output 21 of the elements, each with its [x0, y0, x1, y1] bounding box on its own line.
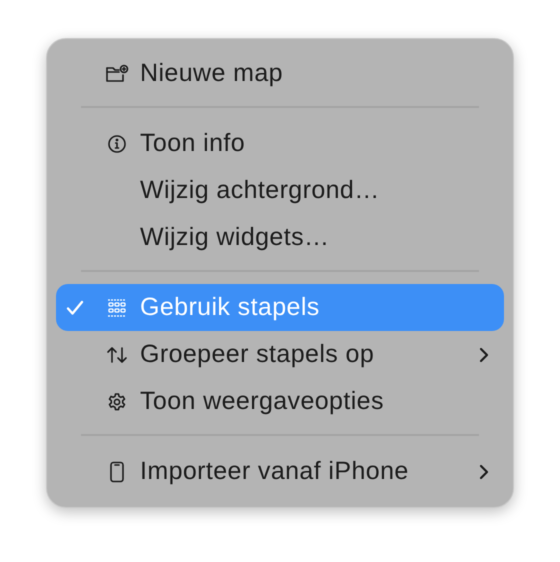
menu-item-label: Toon info	[140, 128, 246, 159]
menu-item[interactable]: Wijzig widgets…	[56, 214, 504, 261]
grid-icon	[106, 298, 128, 318]
gear-icon	[106, 392, 126, 412]
menu-item[interactable]: Importeer vanaf iPhone	[56, 448, 504, 495]
sort-arrows-icon	[106, 344, 128, 364]
info-icon	[106, 134, 126, 154]
menu-item[interactable]: Wijzig achtergrond…	[56, 167, 504, 214]
phone-icon	[108, 460, 124, 482]
menu-item-label: Toon weergaveopties	[140, 386, 385, 417]
menu-item-label: Nieuwe map	[140, 58, 284, 89]
menu-item[interactable]: Nieuwe map	[56, 50, 504, 97]
menu-item[interactable]: Toon weergaveopties	[56, 378, 504, 425]
menu-item-label: Wijzig widgets…	[140, 222, 330, 253]
menu-item[interactable]: Toon info	[56, 120, 504, 167]
folder-plus-icon	[104, 64, 128, 84]
menu-item-label: Wijzig achtergrond…	[140, 174, 381, 206]
menu-item-label: Groepeer stapels op	[140, 338, 376, 370]
menu-item[interactable]: Groepeer stapels op	[56, 331, 504, 378]
menu-item-label: Gebruik stapels	[140, 292, 321, 323]
menu-item-label: Importeer vanaf iPhone	[140, 456, 410, 487]
